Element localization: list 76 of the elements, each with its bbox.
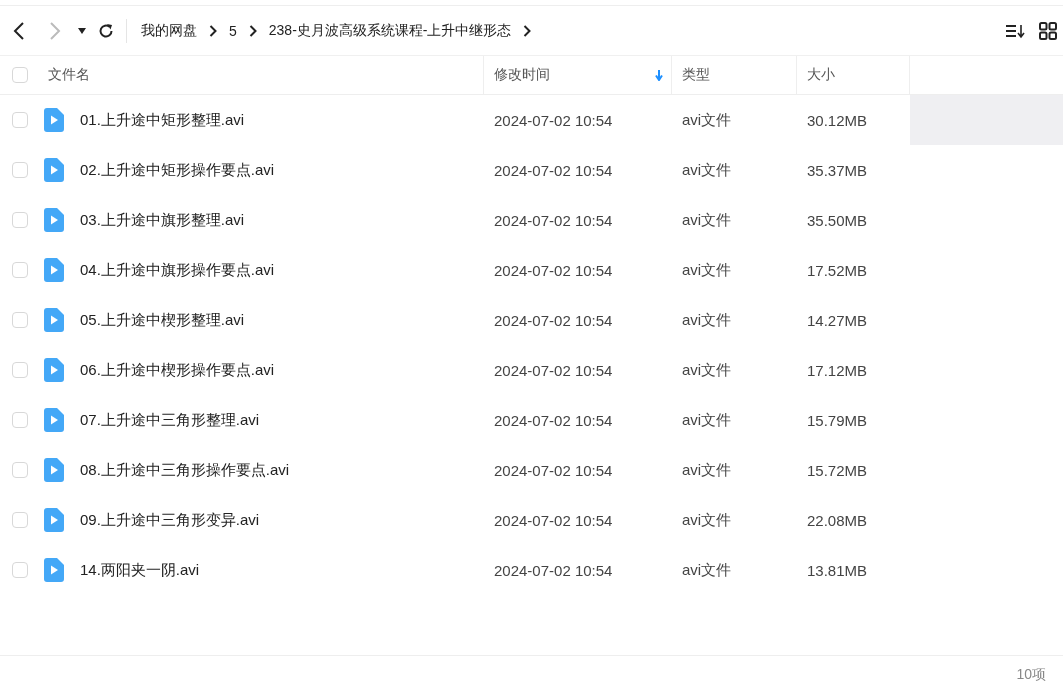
item-count: 10项 [1016, 665, 1046, 684]
file-name[interactable]: 02.上升途中矩形操作要点.avi [80, 160, 275, 180]
column-header[interactable]: 类型 [672, 56, 797, 94]
file-size: 13.81MB [807, 561, 868, 579]
file-size: 30.12MB [807, 111, 868, 129]
row-checkbox[interactable] [12, 412, 28, 428]
file-type: avi文件 [682, 560, 732, 580]
modified-time: 2024-07-02 10:54 [494, 411, 613, 429]
file-size: 35.37MB [807, 161, 868, 179]
file-name[interactable]: 07.上升途中三角形整理.avi [80, 410, 260, 430]
chevron-right-icon [248, 24, 257, 37]
breadcrumb-item[interactable]: 5 [229, 22, 237, 39]
row-checkbox[interactable] [12, 312, 28, 328]
grid-view-icon[interactable] [1039, 21, 1057, 40]
file-type: avi文件 [682, 410, 732, 430]
modified-time: 2024-07-02 10:54 [494, 211, 613, 229]
sort-icon[interactable] [1005, 22, 1025, 39]
breadcrumb-item[interactable]: 238-史月波高级系统课程-上升中继形态 [268, 21, 512, 40]
row-checkbox[interactable] [12, 112, 28, 128]
file-name[interactable]: 01.上升途中矩形整理.avi [80, 110, 245, 130]
row-checkbox[interactable] [12, 362, 28, 378]
column-header[interactable]: 文件名 [40, 56, 484, 94]
modified-time: 2024-07-02 10:54 [494, 511, 613, 529]
video-file-icon [44, 308, 64, 332]
row-checkbox[interactable] [12, 512, 28, 528]
refresh-icon[interactable] [98, 22, 114, 39]
chevron-right-icon [209, 24, 217, 37]
file-name[interactable]: 05.上升途中楔形整理.avi [80, 310, 245, 330]
file-size: 22.08MB [807, 511, 868, 529]
video-file-icon [44, 158, 64, 182]
file-type: avi文件 [682, 210, 732, 230]
file-name[interactable]: 14.两阳夹一阴.avi [80, 560, 200, 580]
video-file-icon [44, 108, 64, 132]
video-file-icon [44, 358, 64, 382]
file-size: 15.79MB [807, 411, 868, 429]
column-header[interactable]: 修改时间 [484, 56, 672, 94]
modified-time: 2024-07-02 10:54 [494, 161, 613, 179]
file-type: avi文件 [682, 510, 732, 530]
file-type: avi文件 [682, 110, 732, 130]
select-all-checkbox[interactable] [12, 67, 28, 83]
file-name[interactable]: 03.上升途中旗形整理.avi [80, 210, 245, 230]
file-size: 35.50MB [807, 211, 868, 229]
modified-time: 2024-07-02 10:54 [494, 561, 613, 579]
row-checkbox[interactable] [12, 462, 28, 478]
file-name[interactable]: 04.上升途中旗形操作要点.avi [80, 260, 275, 280]
video-file-icon [44, 208, 64, 232]
file-size: 14.27MB [807, 311, 868, 329]
modified-time: 2024-07-02 10:54 [494, 461, 613, 479]
row-checkbox[interactable] [12, 212, 28, 228]
column-header[interactable]: 大小 [797, 56, 910, 94]
file-type: avi文件 [682, 260, 732, 280]
file-name[interactable]: 09.上升途中三角形变异.avi [80, 510, 260, 530]
breadcrumb-item[interactable]: 我的网盘 [141, 21, 197, 40]
modified-time: 2024-07-02 10:54 [494, 111, 613, 129]
modified-time: 2024-07-02 10:54 [494, 261, 613, 279]
video-file-icon [44, 558, 64, 582]
file-type: avi文件 [682, 160, 732, 180]
video-file-icon [44, 408, 64, 432]
row-checkbox[interactable] [12, 262, 28, 278]
dropdown-caret-icon[interactable] [78, 27, 86, 34]
modified-time: 2024-07-02 10:54 [494, 311, 613, 329]
file-size: 17.52MB [807, 261, 868, 279]
file-name[interactable]: 06.上升途中楔形操作要点.avi [80, 360, 275, 380]
file-type: avi文件 [682, 360, 732, 380]
row-checkbox[interactable] [12, 562, 28, 578]
file-size: 17.12MB [807, 361, 868, 379]
video-file-icon [44, 458, 64, 482]
file-type: avi文件 [682, 310, 732, 330]
video-file-icon [44, 508, 64, 532]
row-checkbox[interactable] [12, 162, 28, 178]
modified-time: 2024-07-02 10:54 [494, 361, 613, 379]
file-size: 15.72MB [807, 461, 868, 479]
file-name[interactable]: 08.上升途中三角形操作要点.avi [80, 460, 290, 480]
video-file-icon [44, 258, 64, 282]
file-type: avi文件 [682, 460, 732, 480]
chevron-right-icon [523, 24, 532, 37]
